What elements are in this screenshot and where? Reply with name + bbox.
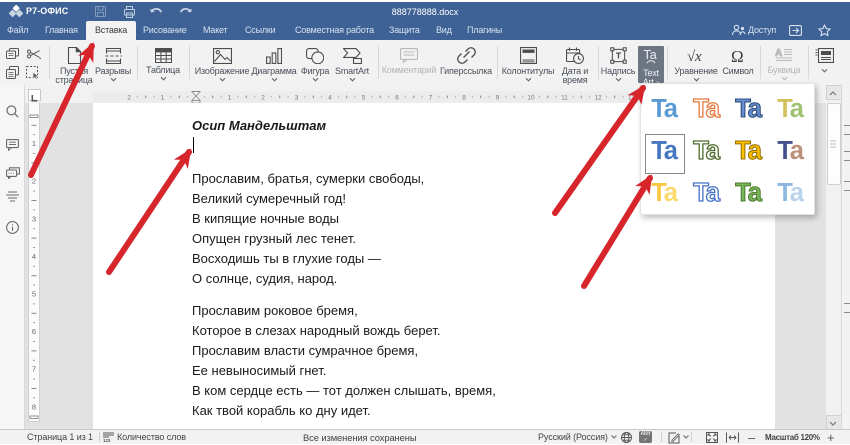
- svg-text:7: 7: [32, 365, 36, 374]
- svg-text:9: 9: [496, 95, 500, 102]
- svg-text:1: 1: [161, 95, 165, 102]
- svg-text:5: 5: [362, 95, 366, 102]
- svg-text:√x: √x: [687, 49, 702, 64]
- svg-text:6: 6: [32, 327, 36, 336]
- svg-text:11: 11: [561, 95, 568, 102]
- svg-text:3: 3: [32, 214, 36, 223]
- svg-text:3: 3: [295, 95, 299, 102]
- svg-text:1: 1: [228, 95, 232, 102]
- svg-text:4: 4: [328, 95, 332, 102]
- svg-text:123: 123: [103, 438, 111, 442]
- svg-text:13: 13: [628, 95, 636, 102]
- svg-text:8: 8: [32, 402, 36, 411]
- svg-text:10: 10: [527, 95, 535, 102]
- svg-text:6: 6: [395, 95, 399, 102]
- svg-text:12: 12: [594, 95, 602, 102]
- svg-text:5: 5: [32, 290, 36, 299]
- svg-text:7: 7: [429, 95, 433, 102]
- svg-text:Ω: Ω: [731, 47, 743, 64]
- svg-text:1: 1: [32, 139, 36, 148]
- svg-text:2: 2: [32, 177, 36, 186]
- svg-text:A: A: [775, 48, 782, 59]
- svg-text:4: 4: [32, 252, 36, 261]
- svg-text:Ta: Ta: [644, 48, 657, 62]
- svg-text:2: 2: [261, 95, 265, 102]
- svg-text:8: 8: [462, 95, 466, 102]
- svg-text:2: 2: [127, 95, 131, 102]
